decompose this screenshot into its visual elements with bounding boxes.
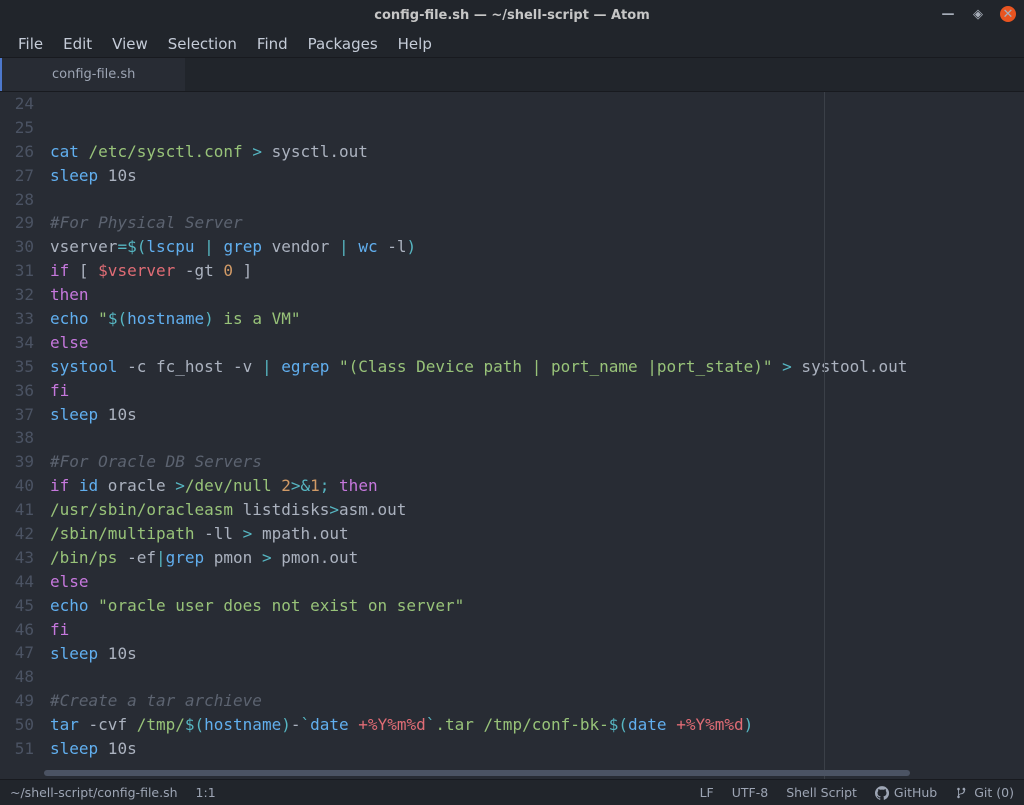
line-number: 39 — [0, 450, 34, 474]
code-line[interactable]: #For Physical Server — [50, 211, 1024, 235]
code-line[interactable]: echo "$(hostname) is a VM" — [50, 307, 1024, 331]
code-line[interactable]: tar -cvf /tmp/$(hostname)-`date +%Y%m%d`… — [50, 713, 1024, 737]
line-number: 42 — [0, 522, 34, 546]
horizontal-scrollbar[interactable] — [40, 769, 1024, 777]
tab-config-file[interactable]: config-file.sh — [0, 58, 185, 91]
line-number: 48 — [0, 665, 34, 689]
menu-file[interactable]: File — [8, 32, 53, 56]
status-git[interactable]: Git (0) — [955, 785, 1014, 800]
line-number: 37 — [0, 403, 34, 427]
wrap-guide — [824, 92, 825, 779]
code-line[interactable]: vserver=$(lscpu | grep vendor | wc -l) — [50, 235, 1024, 259]
line-number: 30 — [0, 235, 34, 259]
status-line-ending[interactable]: LF — [700, 785, 714, 800]
line-number: 50 — [0, 713, 34, 737]
editor[interactable]: 2425262728293031323334353637383940414243… — [0, 92, 1024, 779]
line-number: 45 — [0, 594, 34, 618]
tab-label: config-file.sh — [52, 67, 135, 82]
status-github[interactable]: GitHub — [875, 785, 937, 800]
code-line[interactable] — [50, 188, 1024, 212]
status-grammar[interactable]: Shell Script — [786, 785, 857, 800]
line-number: 41 — [0, 498, 34, 522]
code-line[interactable]: fi — [50, 379, 1024, 403]
line-number: 32 — [0, 283, 34, 307]
line-number: 31 — [0, 259, 34, 283]
code-line[interactable]: cat /etc/sysctl.conf > sysctl.out — [50, 140, 1024, 164]
window-title: config-file.sh — ~/shell-script — Atom — [374, 8, 650, 23]
status-cursor-position[interactable]: 1:1 — [196, 785, 216, 800]
menu-find[interactable]: Find — [247, 32, 298, 56]
code-line[interactable] — [50, 665, 1024, 689]
code-line[interactable]: sleep 10s — [50, 403, 1024, 427]
menu-edit[interactable]: Edit — [53, 32, 102, 56]
line-number: 25 — [0, 116, 34, 140]
line-numbers: 2425262728293031323334353637383940414243… — [0, 92, 40, 779]
maximize-icon[interactable]: ◈ — [970, 6, 986, 22]
code-line[interactable]: /sbin/multipath -ll > mpath.out — [50, 522, 1024, 546]
line-number: 40 — [0, 474, 34, 498]
menu-bar: File Edit View Selection Find Packages H… — [0, 30, 1024, 58]
code-line[interactable]: /usr/sbin/oracleasm listdisks>asm.out — [50, 498, 1024, 522]
line-number: 29 — [0, 211, 34, 235]
code-line[interactable]: if id oracle >/dev/null 2>&1; then — [50, 474, 1024, 498]
line-number: 34 — [0, 331, 34, 355]
code-line[interactable]: if [ $vserver -gt 0 ] — [50, 259, 1024, 283]
code-line[interactable]: fi — [50, 618, 1024, 642]
line-number: 44 — [0, 570, 34, 594]
code-line[interactable]: then — [50, 283, 1024, 307]
code-line[interactable]: echo "oracle user does not exist on serv… — [50, 594, 1024, 618]
line-number: 46 — [0, 618, 34, 642]
github-icon — [875, 786, 889, 800]
menu-help[interactable]: Help — [388, 32, 442, 56]
code-line[interactable]: systool -c fc_host -v | egrep "(Class De… — [50, 355, 1024, 379]
line-number: 51 — [0, 737, 34, 761]
line-number: 28 — [0, 188, 34, 212]
line-number: 35 — [0, 355, 34, 379]
code-line[interactable]: sleep 10s — [50, 164, 1024, 188]
menu-selection[interactable]: Selection — [158, 32, 247, 56]
code-line[interactable]: else — [50, 331, 1024, 355]
line-number: 38 — [0, 426, 34, 450]
line-number: 47 — [0, 641, 34, 665]
code-line[interactable]: #Create a tar archieve — [50, 689, 1024, 713]
git-branch-icon — [955, 786, 969, 800]
code-line[interactable]: sleep 10s — [50, 642, 1024, 666]
window-controls: — ◈ ✕ — [940, 6, 1016, 22]
line-number: 36 — [0, 379, 34, 403]
line-number: 43 — [0, 546, 34, 570]
line-number: 27 — [0, 164, 34, 188]
line-number: 26 — [0, 140, 34, 164]
menu-view[interactable]: View — [102, 32, 158, 56]
code-line[interactable]: else — [50, 570, 1024, 594]
close-icon[interactable]: ✕ — [1000, 6, 1016, 22]
status-bar: ~/shell-script/config-file.sh 1:1 LF UTF… — [0, 779, 1024, 805]
code-area[interactable]: cat /etc/sysctl.conf > sysctl.outsleep 1… — [40, 92, 1024, 779]
line-number: 24 — [0, 92, 34, 116]
menu-packages[interactable]: Packages — [298, 32, 388, 56]
status-encoding[interactable]: UTF-8 — [732, 785, 768, 800]
window-title-bar: config-file.sh — ~/shell-script — Atom —… — [0, 0, 1024, 30]
code-line[interactable]: sleep 10s — [50, 737, 1024, 761]
code-line[interactable] — [50, 427, 1024, 451]
scrollbar-thumb[interactable] — [44, 770, 910, 776]
line-number: 49 — [0, 689, 34, 713]
minimize-icon[interactable]: — — [940, 6, 956, 22]
line-number: 33 — [0, 307, 34, 331]
code-line[interactable]: #For Oracle DB Servers — [50, 450, 1024, 474]
tab-bar: config-file.sh — [0, 58, 1024, 92]
code-line[interactable]: /bin/ps -ef|grep pmon > pmon.out — [50, 546, 1024, 570]
status-file-path[interactable]: ~/shell-script/config-file.sh — [10, 785, 178, 800]
